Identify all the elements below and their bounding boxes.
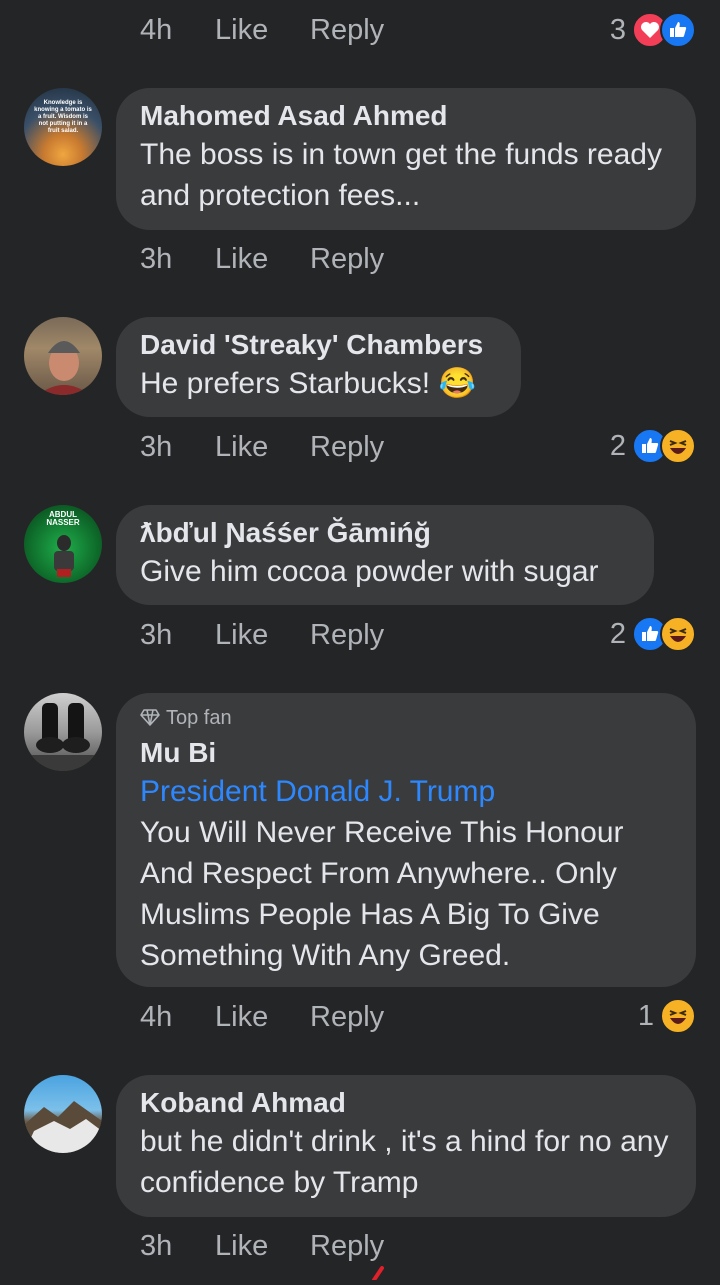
person-photo-icon xyxy=(38,341,90,395)
comment-author[interactable]: David 'Streaky' Chambers xyxy=(140,327,497,363)
comment-author[interactable]: Koband Ahmad xyxy=(140,1085,672,1121)
reply-button[interactable]: Reply xyxy=(310,1226,384,1266)
reaction-summary[interactable]: 2 xyxy=(610,426,696,466)
comment-text: but he didn't drink , it's a hind for no… xyxy=(140,1125,669,1199)
comment-time: 3h xyxy=(140,1230,173,1262)
comment-bubble[interactable]: ƛbďul Ɲaśśer Ğāmińğ Give him cocoa powde… xyxy=(116,505,654,605)
avatar[interactable]: Knowledge is knowing a tomato is a fruit… xyxy=(24,88,102,166)
comment-bubble[interactable]: Koband Ahmad but he didn't drink , it's … xyxy=(116,1075,696,1217)
like-button[interactable]: Like xyxy=(215,10,310,50)
comment-meta-row: 4h Like Reply xyxy=(140,10,384,50)
comment-time: 3h xyxy=(140,243,173,275)
like-button[interactable]: Like xyxy=(215,239,310,279)
top-fan-badge: Top fan xyxy=(140,703,672,735)
reply-button[interactable]: Reply xyxy=(310,10,384,50)
like-button[interactable]: Like xyxy=(215,427,310,467)
like-button[interactable]: Like xyxy=(215,615,310,655)
comment-text: You Will Never Receive This Honour And R… xyxy=(140,816,624,972)
avatar-caption: Knowledge is knowing a tomato is a fruit… xyxy=(34,100,92,134)
reaction-summary[interactable]: 3 xyxy=(610,10,696,50)
top-fan-label: Top fan xyxy=(166,707,232,729)
reaction-summary[interactable]: 1 xyxy=(638,996,696,1036)
avatar-figure-icon xyxy=(54,535,74,577)
comment-text: Give him cocoa powder with sugar xyxy=(140,555,599,588)
comment-bubble[interactable]: Top fan Mu Bi President Donald J. Trump … xyxy=(116,693,696,987)
avatar[interactable] xyxy=(24,693,102,771)
avatar[interactable] xyxy=(24,1075,102,1153)
comment-meta-row: 4h Like Reply xyxy=(140,997,384,1037)
mountain-photo-icon xyxy=(24,1101,102,1153)
comment-time: 4h xyxy=(140,1001,173,1033)
haha-icon xyxy=(660,998,696,1034)
reaction-summary[interactable]: 2 xyxy=(610,614,696,654)
reply-button[interactable]: Reply xyxy=(310,615,384,655)
reaction-count: 1 xyxy=(637,999,654,1032)
comment-author[interactable]: Mahomed Asad Ahmed xyxy=(140,98,672,134)
diamond-icon xyxy=(140,705,160,735)
comment-bubble[interactable]: Mahomed Asad Ahmed The boss is in town g… xyxy=(116,88,696,230)
comment-text: The boss is in town get the funds ready … xyxy=(140,138,662,212)
comment-meta-row: 3h Like Reply xyxy=(140,615,384,655)
comment-time: 4h xyxy=(140,14,173,46)
comment-time: 3h xyxy=(140,431,173,463)
comment-time: 3h xyxy=(140,619,173,651)
reply-button[interactable]: Reply xyxy=(310,239,384,279)
haha-icon xyxy=(660,616,696,652)
reaction-count: 2 xyxy=(609,617,626,650)
comment-text: He prefers Starbucks! 😂 xyxy=(140,367,476,400)
like-button[interactable]: Like xyxy=(215,997,310,1037)
reaction-count: 2 xyxy=(609,429,626,462)
reply-button[interactable]: Reply xyxy=(310,427,384,467)
like-button[interactable]: Like xyxy=(215,1226,310,1266)
comment-meta-row: 3h Like Reply xyxy=(140,427,384,467)
avatar[interactable]: ABDUL NASSER xyxy=(24,505,102,583)
reaction-count: 3 xyxy=(609,13,626,46)
comment-meta-row: 3h Like Reply xyxy=(140,239,384,279)
haha-icon xyxy=(660,428,696,464)
boots-photo-icon xyxy=(24,703,102,771)
reply-button[interactable]: Reply xyxy=(310,997,384,1037)
mention-link[interactable]: President Donald J. Trump xyxy=(140,771,672,812)
comment-author[interactable]: Mu Bi xyxy=(140,735,672,771)
comment-bubble[interactable]: David 'Streaky' Chambers He prefers Star… xyxy=(116,317,521,417)
comment-author[interactable]: ƛbďul Ɲaśśer Ğāmińğ xyxy=(140,515,630,551)
scribble-mark xyxy=(372,1266,386,1282)
like-icon xyxy=(660,12,696,48)
comment-meta-row: 3h Like Reply xyxy=(140,1226,384,1266)
avatar[interactable] xyxy=(24,317,102,395)
